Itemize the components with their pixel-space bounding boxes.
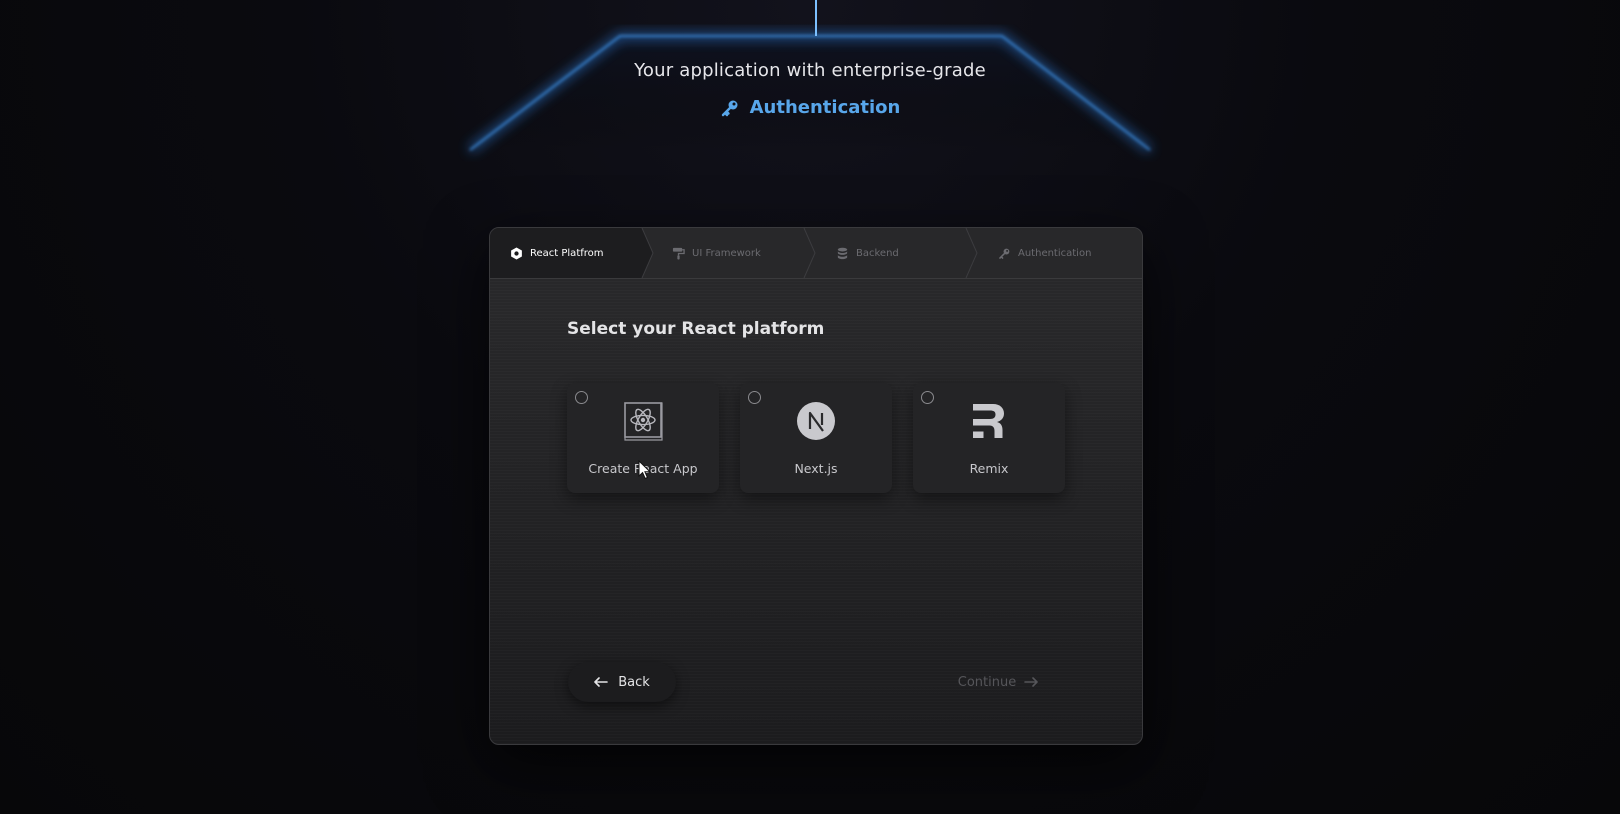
option-nextjs[interactable]: Next.js (740, 383, 892, 493)
option-label: Next.js (794, 461, 838, 476)
hero-brand: Authentication (720, 97, 901, 118)
option-label: Remix (969, 461, 1009, 476)
step-ui-framework[interactable]: UI Framework (672, 228, 761, 278)
continue-button[interactable]: Continue (933, 662, 1063, 702)
key-icon (721, 100, 738, 116)
arrow-right-icon (1024, 677, 1039, 687)
step-label: Authentication (1018, 247, 1092, 259)
step-label: Backend (856, 247, 899, 259)
step-authentication[interactable]: Authentication (998, 228, 1091, 278)
nextjs-icon (797, 402, 835, 440)
mouse-cursor-icon (638, 460, 652, 480)
stepper: React Platfrom UI Framework Backend Auth… (490, 228, 1142, 279)
step-label: React Platfrom (530, 247, 604, 259)
wizard-card: React Platfrom UI Framework Backend Auth… (489, 227, 1143, 745)
continue-button-label: Continue (957, 674, 1017, 690)
radio-button[interactable] (748, 391, 761, 404)
arrow-left-icon (594, 677, 609, 687)
hero-header: Your application with enterprise-grade A… (0, 60, 1620, 122)
step-react-platform[interactable]: React Platfrom (510, 228, 604, 278)
hero-subtitle: Your application with enterprise-grade (634, 60, 986, 81)
hexagon-icon (511, 246, 522, 260)
section-title: Select your React platform (567, 319, 825, 339)
key-icon (999, 248, 1010, 259)
step-backend[interactable]: Backend (836, 228, 899, 278)
option-remix[interactable]: Remix (913, 383, 1065, 493)
back-button-label: Back (618, 674, 650, 690)
react-atom-icon (624, 402, 663, 441)
radio-button[interactable] (921, 391, 934, 404)
hero-brand-label: Authentication (749, 97, 901, 118)
remix-icon (973, 404, 1004, 438)
step-label: UI Framework (692, 247, 761, 259)
back-button[interactable]: Back (568, 662, 676, 702)
radio-button[interactable] (575, 391, 588, 404)
page-background: Your application with enterprise-grade A… (0, 0, 1620, 814)
database-icon (837, 247, 848, 259)
paint-roller-icon (672, 247, 685, 260)
